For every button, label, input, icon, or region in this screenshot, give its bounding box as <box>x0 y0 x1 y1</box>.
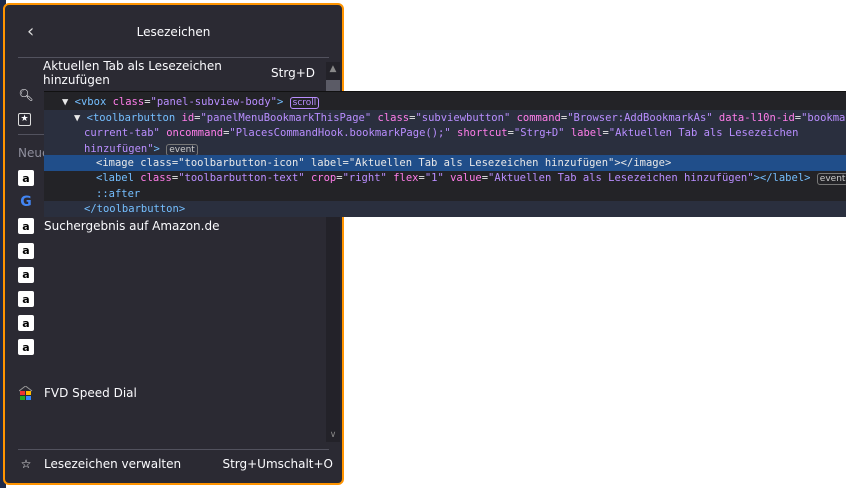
devtools-node-line[interactable]: ::after <box>44 186 846 202</box>
amazon-icon: a <box>18 242 34 259</box>
devtools-inspector-overlay: ▼ <vbox class="panel-subview-body"> scro… <box>44 91 846 217</box>
manage-label: Lesezeichen verwalten <box>44 457 182 471</box>
amazon-icon: a <box>18 339 34 356</box>
devtools-node-line[interactable]: </toolbarbutton> <box>44 201 846 217</box>
bookmark-item[interactable]: a <box>18 312 333 334</box>
amazon-icon: a <box>18 170 34 186</box>
amazon-icon: a <box>18 315 34 332</box>
bookmark-item[interactable]: a <box>18 240 333 262</box>
scroll-down-arrow-icon[interactable]: ∨ <box>326 430 340 440</box>
manage-bookmarks-button[interactable]: ☆ Lesezeichen verwalten Strg+Umschalt+O <box>18 453 333 475</box>
divider <box>18 449 329 450</box>
panel-title: Lesezeichen <box>136 25 211 39</box>
star-box-icon: ★ <box>18 112 31 126</box>
bookmarks-panel: ‹ Lesezeichen Aktuellen Tab als Lesezeic… <box>3 3 344 485</box>
add-bookmark-label: Aktuellen Tab als Lesezeichen hinzufügen <box>43 59 222 87</box>
bookmark-item[interactable]: a <box>18 264 333 286</box>
amazon-icon: a <box>18 218 34 235</box>
devtools-node-line[interactable]: ▼ <toolbarbutton id="panelMenuBookmarkTh… <box>44 110 846 126</box>
bookmark-item-fvd-speed-dial[interactable]: FVD Speed Dial <box>18 382 333 404</box>
divider <box>18 57 329 58</box>
speed-dial-icon <box>18 385 34 401</box>
bookmark-label: FVD Speed Dial <box>44 386 137 400</box>
devtools-node-line[interactable]: <image class="toolbarbutton-icon" label=… <box>44 155 846 171</box>
scroll-up-arrow-icon[interactable]: ▲ <box>326 64 340 74</box>
bookmark-item[interactable]: a Suchergebnis auf Amazon.de <box>18 215 333 237</box>
panel-header: ‹ Lesezeichen <box>5 5 342 57</box>
shortcut: Strg+D <box>271 66 315 80</box>
amazon-icon: a <box>18 266 34 283</box>
bookmark-item[interactable]: a <box>18 336 333 358</box>
devtools-node-line[interactable]: ▼ <vbox class="panel-subview-body"> scro… <box>44 94 846 110</box>
shortcut: Strg+Umschalt+O <box>222 457 333 471</box>
google-icon: G <box>20 194 32 211</box>
manage-bookmarks-icon: ☆ <box>20 457 32 471</box>
devtools-node-line[interactable]: current-tab" oncommand="PlacesCommandHoo… <box>44 125 846 141</box>
amazon-icon: a <box>18 291 34 307</box>
add-bookmark-button[interactable]: Aktuellen Tab als Lesezeichen hinzufügen… <box>43 59 315 87</box>
search-icon: 🔍︎ <box>18 88 34 102</box>
bookmark-item[interactable]: a <box>18 288 333 310</box>
bookmark-label: Suchergebnis auf Amazon.de <box>44 219 220 234</box>
devtools-node-line[interactable]: <label class="toolbarbutton-text" crop="… <box>44 170 846 186</box>
